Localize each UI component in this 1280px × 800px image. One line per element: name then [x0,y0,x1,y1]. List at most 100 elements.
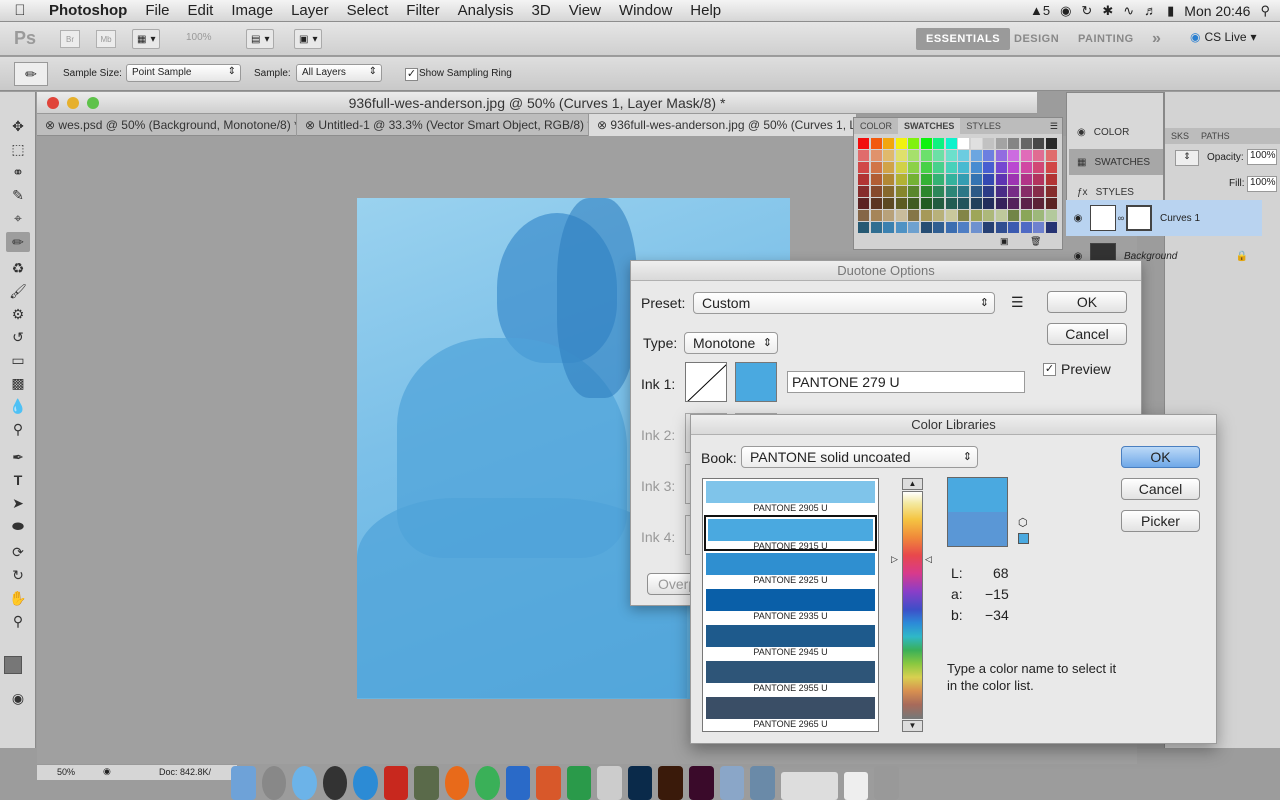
shape-tool-icon[interactable]: ⬬ [6,516,30,536]
ink1-curve-box[interactable] [685,362,727,402]
layer-row-curves[interactable]: ◉ ∞ Curves 1 [1066,200,1262,236]
duotone-cancel-button[interactable]: Cancel [1047,323,1127,345]
screen-mode-dropdown[interactable]: ▣ ▾ [294,29,323,49]
swatch-cell[interactable] [1045,222,1057,233]
swatch-cell[interactable] [983,198,994,209]
swatch-cell[interactable] [995,198,1007,209]
apple-menu-icon[interactable]:  [0,2,40,19]
swatch-cell[interactable] [958,186,969,197]
volume-icon[interactable]: ♬ [1144,3,1157,18]
excel-icon[interactable] [566,766,592,800]
swatch-cell[interactable] [945,138,957,149]
swatch-cell[interactable] [1008,198,1019,209]
close-tab-icon[interactable]: ⊗ [305,118,315,132]
swatch-cell[interactable] [970,174,982,185]
visibility-eye-icon[interactable]: ◉ [1066,213,1090,224]
swatch-cell[interactable] [858,174,869,185]
swatch-cell[interactable] [870,150,882,161]
swatch-cell[interactable] [895,150,907,161]
menu-layer[interactable]: Layer [282,2,338,19]
swatch-cell[interactable] [908,162,919,173]
3d-rotate-tool-icon[interactable]: ⟳ [6,542,30,562]
layer-mask-thumbnail[interactable] [1126,205,1152,231]
documents-stack-icon[interactable] [780,772,838,800]
status-zoom[interactable]: 50% [57,767,75,777]
swatch-cell[interactable] [895,162,907,173]
swatch-cell[interactable] [870,222,882,233]
scroll-up-arrow-icon[interactable]: ▲ [902,478,923,490]
swatch-cell[interactable] [1008,186,1019,197]
swatch-cell[interactable] [958,138,969,149]
swatch-cell[interactable] [933,174,944,185]
swatch-cell[interactable] [945,210,957,221]
swatch-cell[interactable] [1020,186,1032,197]
opacity-field[interactable]: 100% [1247,149,1277,165]
tab-wes-anderson-jpg[interactable]: ⊗ 936full-wes-anderson.jpg @ 50% (Curves… [589,114,857,136]
status-info-icon[interactable]: ◉ [103,766,111,777]
color-list-item[interactable]: PANTONE 2955 U [704,659,877,695]
menu-help[interactable]: Help [681,2,730,19]
swatch-cell[interactable] [970,186,982,197]
color-list[interactable]: PANTONE 2905 U PANTONE 2915 U PANTONE 2925… [702,478,879,732]
iphoto-icon[interactable] [414,766,439,800]
illustrator-dock-icon[interactable] [658,766,683,800]
swatch-cell[interactable] [908,150,919,161]
lasso-tool-icon[interactable]: ⚭ [6,162,30,182]
menu-select[interactable]: Select [338,2,398,19]
quick-selection-tool-icon[interactable]: ✎ [6,185,30,205]
tab-untitled-1[interactable]: ⊗ Untitled-1 @ 33.3% (Vector Smart Objec… [297,114,589,136]
zoom-window-icon[interactable] [87,97,99,109]
swatch-cell[interactable] [970,138,982,149]
blend-mode-select[interactable]: ⇕ [1175,150,1199,166]
library-cancel-button[interactable]: Cancel [1121,478,1200,500]
swatch-cell[interactable] [933,162,944,173]
finder-icon[interactable] [231,766,256,800]
workspace-essentials[interactable]: ESSENTIALS [916,28,1011,50]
swatch-cell[interactable] [870,162,882,173]
type-select[interactable]: Monotone [684,332,778,354]
wifi-icon[interactable]: ∿ [1123,3,1134,19]
swatch-cell[interactable] [883,174,894,185]
swatch-cell[interactable] [983,162,994,173]
more-workspaces-button[interactable]: » [1142,28,1171,50]
swatch-cell[interactable] [1008,222,1019,233]
battery-icon[interactable]: ▮ [1167,3,1174,19]
menu-app[interactable]: Photoshop [40,2,136,19]
adobe-updates-icon[interactable]: ▲5 [1030,3,1050,18]
swatch-cell[interactable] [1045,186,1057,197]
swatch-cell[interactable] [883,150,894,161]
swatch-cell[interactable] [908,174,919,185]
mission-control-icon[interactable] [322,766,348,800]
dock-swatches[interactable]: ▦ SWATCHES [1069,149,1163,175]
swatch-cell[interactable] [958,162,969,173]
swatch-cell[interactable] [920,210,932,221]
zoom-level[interactable]: 100% [186,32,212,43]
swatch-cell[interactable] [858,210,869,221]
swatch-cell[interactable] [945,198,957,209]
workspace-design[interactable]: DESIGN [1004,28,1069,50]
powerpoint-icon[interactable] [536,766,561,800]
menu-file[interactable]: File [136,2,178,19]
indesign-dock-icon[interactable] [688,766,714,800]
link-icon[interactable]: ∞ [1116,213,1126,223]
dropbox-icon[interactable]: ◉ [1060,3,1071,19]
swatch-cell[interactable] [958,174,969,185]
sampling-ring-checkbox[interactable]: ✓ [405,68,418,81]
preview-checkbox[interactable]: ✓ [1043,363,1056,376]
swatch-cell[interactable] [958,210,969,221]
trash-icon[interactable] [874,766,899,800]
tab-wes-psd[interactable]: ⊗ wes.psd @ 50% (Background, Monotone/8)… [37,114,297,136]
cs-live-button[interactable]: ◉ CS Live ▾ [1190,30,1257,44]
swatch-cell[interactable] [983,186,994,197]
color-list-item[interactable]: PANTONE 2905 U [704,479,877,515]
firefox-icon[interactable] [444,766,470,800]
slider-right-arrow-icon[interactable]: ◁ [925,554,932,565]
sample-select[interactable]: All Layers [296,64,382,82]
swatch-cell[interactable] [870,210,882,221]
swatch-cell[interactable] [983,210,994,221]
swatch-cell[interactable] [1033,138,1044,149]
swatch-cell[interactable] [858,186,869,197]
swatch-cell[interactable] [995,222,1007,233]
close-tab-icon[interactable]: ⊗ [597,118,607,132]
picker-button[interactable]: Picker [1121,510,1200,532]
